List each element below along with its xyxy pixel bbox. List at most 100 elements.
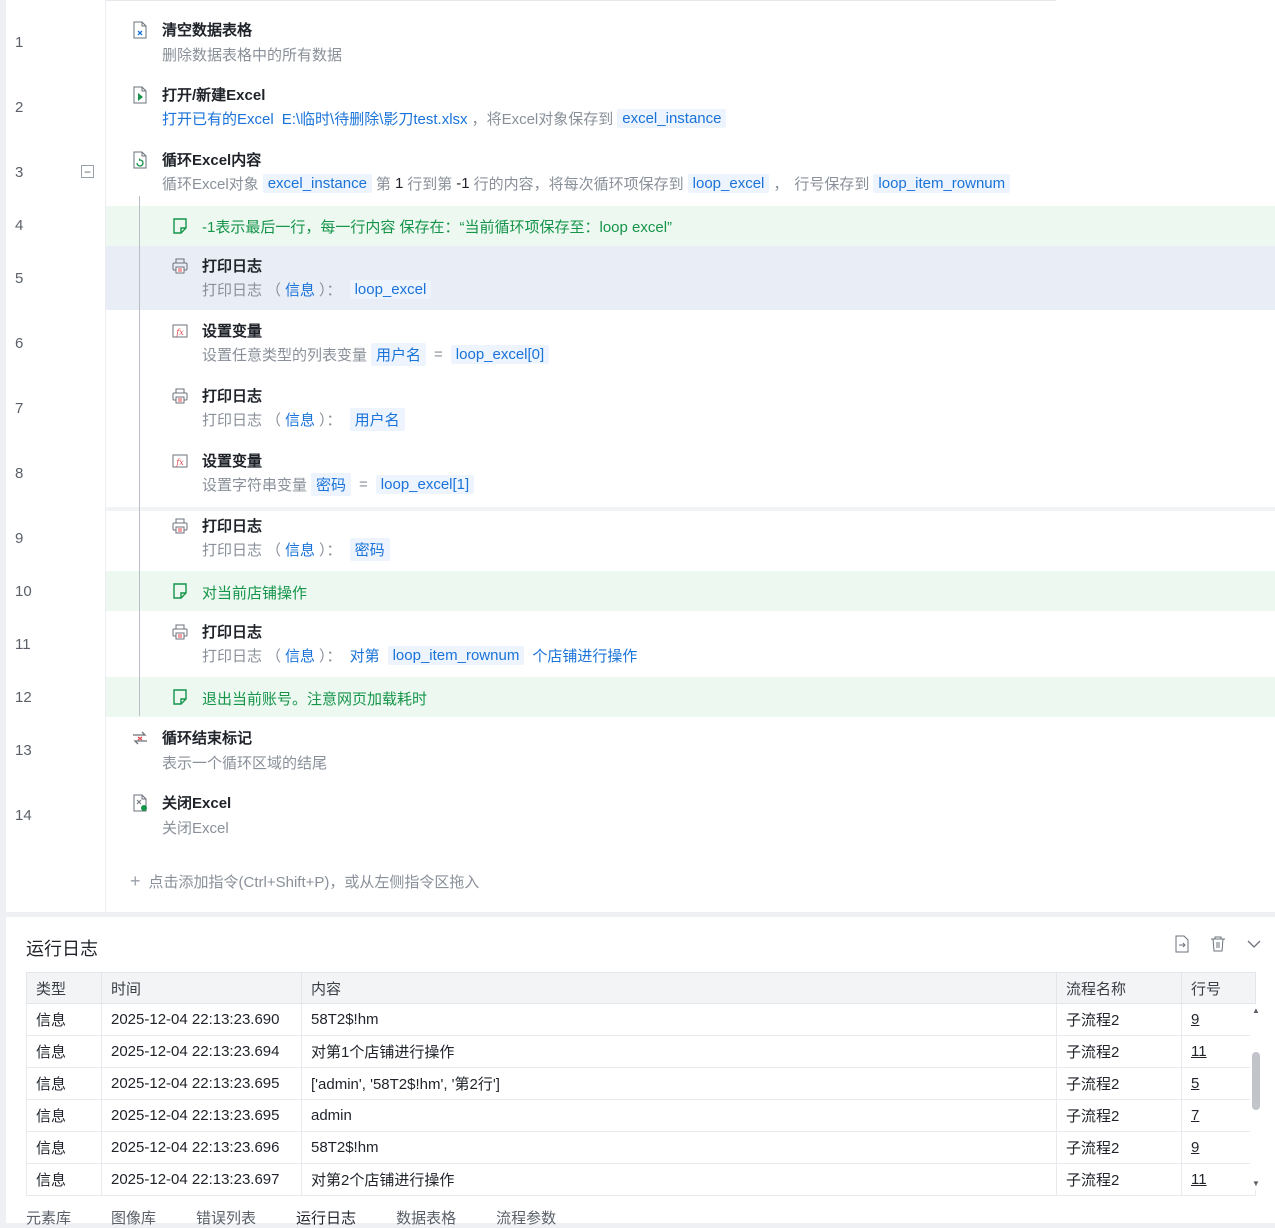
message-text[interactable]: 对第 [350, 645, 380, 666]
log-line-link[interactable]: 11 [1181, 1035, 1256, 1068]
plus-icon: + [130, 871, 141, 891]
log-line-link[interactable]: 7 [1181, 1099, 1256, 1132]
table-row[interactable]: 信息 2025-12-04 22:13:23.690 58T2$!hm 子流程2… [26, 1003, 1256, 1036]
line-number: 3 [15, 164, 24, 181]
desc-text: 打印日志 [202, 647, 263, 665]
scroll-up-icon[interactable]: ▲ [1252, 1006, 1260, 1015]
step-title[interactable]: 打印日志 [202, 515, 262, 536]
close-excel-icon [133, 794, 147, 812]
step-title[interactable]: 打印日志 [202, 385, 262, 406]
log-time-cell: 2025-12-04 22:13:23.694 [101, 1035, 302, 1068]
step-title[interactable]: 循环Excel内容 [162, 149, 261, 170]
step-title[interactable]: 打印日志 [202, 621, 262, 642]
log-type-cell: 信息 [26, 1131, 102, 1164]
line-number: 7 [15, 400, 24, 417]
message-text[interactable]: 个店铺进行操作 [532, 645, 637, 666]
log-type-cell: 信息 [26, 1163, 102, 1196]
equals-text: = [359, 475, 368, 493]
variable-tag[interactable]: excel_instance [617, 108, 727, 128]
variable-tag[interactable]: 用户名 [371, 342, 427, 366]
svg-text:fx: fx [175, 328, 184, 337]
top-divider [106, 0, 1056, 1]
desc-text: 行的内容，将每次循环项保存到 [473, 175, 684, 193]
printer-icon [172, 388, 188, 404]
step-title[interactable]: 设置变量 [202, 320, 262, 341]
column-header[interactable]: 流程名称 [1056, 972, 1182, 1004]
table-row[interactable]: 信息 2025-12-04 22:13:23.694 对第1个店铺进行操作 子流… [26, 1035, 1256, 1068]
start-row-value[interactable]: 1 [395, 175, 403, 192]
scroll-down-icon[interactable]: ▼ [1252, 1179, 1260, 1188]
log-line-link[interactable]: 9 [1181, 1131, 1256, 1164]
printer-icon [172, 518, 188, 534]
variable-tag[interactable]: loop_excel [349, 279, 432, 299]
table-row[interactable]: 信息 2025-12-04 22:13:23.696 58T2$!hm 子流程2… [26, 1131, 1256, 1164]
log-content-cell: 58T2$!hm [301, 1131, 1057, 1164]
table-row[interactable]: 信息 2025-12-04 22:13:23.697 对第2个店铺进行操作 子流… [26, 1163, 1256, 1196]
step-description: 打印日志 （ 信息 ）： loop_excel [202, 277, 435, 301]
log-line-link[interactable]: 5 [1181, 1067, 1256, 1100]
variable-tag[interactable]: loop_item_rownum [387, 645, 525, 665]
collapse-panel-icon[interactable] [1243, 933, 1265, 955]
comment-text[interactable]: 对当前店铺操作 [202, 582, 307, 603]
separator-text: ， [471, 110, 487, 128]
file-path-link[interactable]: E:\临时\待删除\影刀test.xlsx [282, 108, 468, 129]
tab-data-table[interactable]: 数据表格 [396, 1207, 456, 1228]
variable-tag[interactable]: 用户名 [349, 407, 405, 431]
tab-element-library[interactable]: 元素库 [26, 1207, 71, 1228]
desc-text: 设置任意类型的列表变量 [202, 346, 368, 364]
tab-flow-params[interactable]: 流程参数 [496, 1207, 556, 1228]
log-line-link[interactable]: 9 [1181, 1003, 1256, 1036]
tab-run-log[interactable]: 运行日志 [296, 1207, 356, 1228]
collapse-loop-button[interactable]: − [81, 165, 94, 178]
variable-tag[interactable]: 密码 [311, 472, 352, 496]
printer-icon [172, 624, 188, 640]
add-command-hint[interactable]: + 点击添加指令(Ctrl+Shift+P)，或从左侧指令区拖入 [130, 871, 479, 892]
end-row-value[interactable]: -1 [456, 175, 469, 192]
log-level-link[interactable]: 信息 [285, 539, 315, 560]
column-header[interactable]: 行号 [1181, 972, 1256, 1004]
line-number: 1 [15, 34, 24, 51]
tab-error-list[interactable]: 错误列表 [196, 1207, 256, 1228]
variable-tag[interactable]: excel_instance [262, 173, 372, 193]
step-title[interactable]: 打开/新建Excel [162, 84, 265, 105]
variable-tag[interactable]: loop_excel [687, 173, 770, 193]
step-description: 打印日志 （ 信息 ）： 对第 loop_item_rownum 个店铺进行操作 [202, 643, 641, 667]
log-scrollbar[interactable]: ▲ ▼ [1250, 1004, 1262, 1190]
log-level-link[interactable]: 信息 [285, 645, 315, 666]
column-header[interactable]: 内容 [301, 972, 1057, 1004]
log-flow-cell: 子流程2 [1056, 1003, 1182, 1036]
gutter-divider [105, 0, 106, 912]
desc-text: （ [266, 411, 282, 429]
tab-image-library[interactable]: 图像库 [111, 1207, 156, 1228]
export-log-icon[interactable] [1171, 933, 1193, 955]
step-title[interactable]: 清空数据表格 [162, 19, 252, 40]
variable-tag[interactable]: 密码 [349, 537, 390, 561]
line-number: 2 [15, 99, 24, 116]
step-title[interactable]: 关闭Excel [162, 792, 231, 813]
clear-log-icon[interactable] [1207, 933, 1229, 955]
desc-text: ）： [319, 647, 342, 665]
line-number: 13 [15, 742, 32, 759]
step-title[interactable]: 打印日志 [202, 255, 262, 276]
log-level-link[interactable]: 信息 [285, 409, 315, 430]
variable-tag[interactable]: loop_excel[1] [375, 474, 475, 494]
scroll-thumb[interactable] [1252, 1052, 1260, 1110]
excel-mode-link[interactable]: 打开已有的Excel [162, 108, 274, 129]
log-flow-cell: 子流程2 [1056, 1163, 1182, 1196]
line-number: 10 [15, 583, 32, 600]
column-header[interactable]: 时间 [101, 972, 302, 1004]
step-title[interactable]: 循环结束标记 [162, 727, 252, 748]
table-row[interactable]: 信息 2025-12-04 22:13:23.695 admin 子流程2 7 [26, 1099, 1256, 1132]
desc-text: 打印日志 [202, 411, 263, 429]
column-header[interactable]: 类型 [26, 972, 102, 1004]
table-row[interactable]: 信息 2025-12-04 22:13:23.695 ['admin', '58… [26, 1067, 1256, 1100]
comment-text[interactable]: 退出当前账号。注意网页加载耗时 [202, 688, 427, 709]
comment-text[interactable]: -1表示最后一行，每一行内容 保存在：“当前循环项保存至：loop excel” [202, 216, 672, 237]
line-number: 12 [15, 689, 32, 706]
log-level-link[interactable]: 信息 [285, 279, 315, 300]
variable-tag[interactable]: loop_item_rownum [873, 173, 1011, 193]
step-title[interactable]: 设置变量 [202, 450, 262, 471]
desc-text: 行到第 [407, 175, 453, 193]
variable-tag[interactable]: loop_excel[0] [450, 344, 550, 364]
log-line-link[interactable]: 11 [1181, 1163, 1256, 1196]
